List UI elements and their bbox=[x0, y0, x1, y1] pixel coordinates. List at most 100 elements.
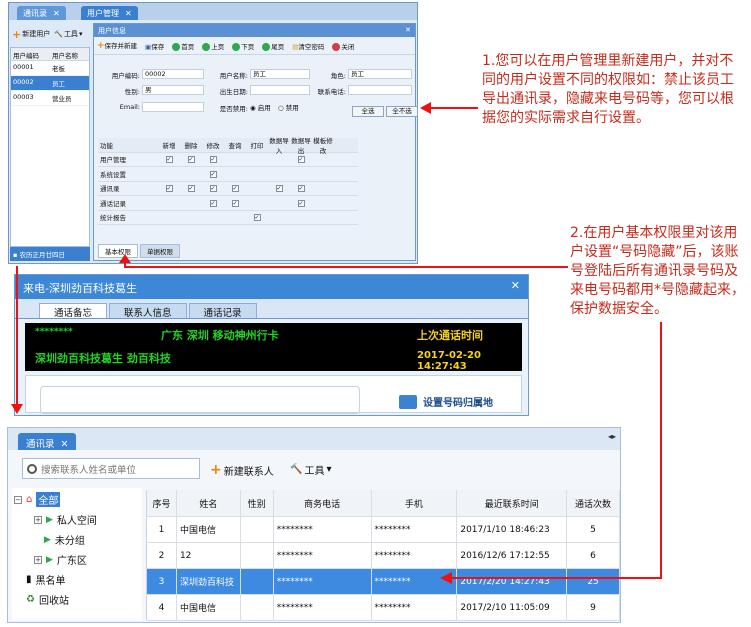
close-icon[interactable]: ✕ bbox=[53, 9, 60, 18]
tab-contact-info[interactable]: 联系人信息 bbox=[109, 303, 187, 319]
permission-cell: ✓ bbox=[224, 199, 246, 207]
permission-checkbox[interactable]: ✓ bbox=[209, 199, 217, 207]
tab-call-memo[interactable]: 通话备忘 bbox=[39, 303, 108, 319]
tree-item-ungrouped[interactable]: ▶ 未分组 bbox=[44, 532, 85, 548]
tab-user-management[interactable]: 用户管理 ✕ bbox=[81, 6, 138, 20]
column-header[interactable]: 性别 bbox=[241, 490, 274, 516]
radio-label: 启用 bbox=[257, 104, 271, 112]
next-page-button[interactable]: 下页 bbox=[232, 41, 254, 51]
permission-checkbox[interactable]: ✓ bbox=[231, 199, 239, 207]
tab-document-permission[interactable]: 单据权限 bbox=[140, 244, 180, 258]
scroll-arrows-icon[interactable]: ◂▸ bbox=[608, 432, 616, 441]
column-header[interactable]: 最近联系时间 bbox=[457, 490, 568, 516]
permission-column-header: 修改 bbox=[206, 141, 220, 150]
button-label: 保存 bbox=[151, 42, 165, 51]
arrow-head bbox=[420, 102, 431, 114]
permission-checkbox[interactable]: ✓ bbox=[297, 156, 305, 164]
tab-contacts[interactable]: 通讯录 ✕ bbox=[18, 433, 77, 450]
save-and-new-button[interactable]: +保存并新建 bbox=[97, 40, 137, 51]
tree-item-all[interactable]: − ⌂ 全部 bbox=[14, 492, 61, 507]
expand-icon[interactable]: + bbox=[34, 555, 42, 564]
tab-basic-permission[interactable]: 基本权限 bbox=[98, 244, 138, 258]
table-row[interactable]: 1 中国电信 ******** ******** 2017/1/10 18:46:23 5 bbox=[147, 517, 620, 543]
permission-checkbox[interactable]: ✓ bbox=[165, 185, 173, 193]
button-label: 下页 bbox=[241, 42, 255, 51]
prev-page-button[interactable]: 上页 bbox=[202, 41, 224, 51]
permission-checkbox[interactable]: ✓ bbox=[187, 185, 195, 193]
gender-field[interactable]: 男 bbox=[142, 85, 204, 95]
first-page-button[interactable]: 首页 bbox=[172, 41, 194, 51]
select-none-button[interactable]: 全不选 bbox=[386, 106, 418, 117]
permission-checkbox[interactable]: ✓ bbox=[297, 185, 305, 193]
user-name-field[interactable]: 员工 bbox=[250, 69, 310, 79]
plus-icon: + bbox=[97, 41, 105, 51]
permission-column-header: 模板修改 bbox=[313, 136, 333, 155]
user-info-dialog: 用户信息 ✕ +保存并新建 ▣保存 首页 上页 下页 尾页 ▤清空密码 关闭 用户… bbox=[93, 23, 418, 261]
permission-checkbox[interactable]: ✓ bbox=[209, 156, 217, 164]
last-page-button[interactable]: 尾页 bbox=[262, 41, 284, 51]
triangle-icon: ▶ bbox=[46, 554, 53, 565]
annotation-note-2: 2.在用户基本权限里对该用户设置“号码隐藏”后，该账号登陆后所有通讯录号码及来电… bbox=[570, 225, 745, 317]
table-cell: ******** bbox=[274, 543, 372, 568]
permission-cell bbox=[158, 169, 180, 178]
arrow-line bbox=[124, 266, 568, 268]
user-row-selected[interactable]: 00002 员工 bbox=[11, 76, 89, 91]
tree-item-guangdong[interactable]: + ▶ 广东区 bbox=[34, 552, 87, 567]
permission-row: 统计报告 ✓ bbox=[98, 211, 358, 225]
tree-item-private[interactable]: + ▶ 私人空间 bbox=[34, 512, 97, 527]
permission-checkbox[interactable]: ✓ bbox=[209, 170, 217, 178]
table-cell: 2017/2/10 11:05:09 bbox=[457, 595, 568, 620]
permission-checkbox[interactable]: ✓ bbox=[187, 156, 195, 164]
permission-function: 系统设置 bbox=[100, 170, 126, 179]
close-icon[interactable]: ✕ bbox=[405, 26, 411, 35]
column-header[interactable]: 通话次数 bbox=[567, 490, 620, 516]
column-header[interactable]: 姓名 bbox=[177, 490, 241, 516]
user-row[interactable]: 00003 营业员 bbox=[11, 91, 89, 106]
column-header[interactable]: 手机 bbox=[372, 490, 458, 516]
new-contact-button[interactable]: + 新建联系人 bbox=[210, 462, 274, 478]
memo-input[interactable] bbox=[40, 386, 360, 414]
tools-button[interactable]: 🔨 工具 ▾ bbox=[54, 29, 82, 39]
tree-item-recycle-bin[interactable]: ♻ 回收站 bbox=[26, 592, 69, 607]
tree-item-blacklist[interactable]: ▮ 黑名单 bbox=[26, 572, 66, 587]
contact-search-input[interactable]: 搜索联系人姓名或单位 bbox=[22, 458, 200, 479]
permission-header: 功能 新增 删除 修改 查询 打印 数据导入 数据导出 模板修改 bbox=[98, 136, 358, 155]
phone-field[interactable] bbox=[348, 85, 412, 95]
permission-checkbox[interactable]: ✓ bbox=[297, 199, 305, 207]
tab-label: 用户管理 bbox=[87, 9, 119, 18]
disable-radio[interactable]: ○ 禁用 bbox=[278, 102, 299, 112]
set-location-button[interactable]: 设置号码归属地 bbox=[399, 394, 493, 409]
table-row-selected[interactable]: 3 深圳劲百科技 ******** ******** 2017/2/20 14:27:4… bbox=[147, 569, 620, 595]
close-icon[interactable]: ✕ bbox=[61, 439, 69, 450]
clear-password-button[interactable]: ▤清空密码 bbox=[292, 41, 324, 51]
tab-call-records[interactable]: 通话记录 bbox=[188, 303, 257, 319]
tab-contacts[interactable]: 通讯录 ✕ bbox=[17, 6, 66, 20]
user-row[interactable]: 00001 老板 bbox=[11, 61, 89, 76]
select-all-button[interactable]: 全选 bbox=[352, 106, 384, 117]
permission-checkbox[interactable]: ✓ bbox=[165, 156, 173, 164]
save-button[interactable]: ▣保存 bbox=[145, 41, 164, 51]
permission-checkbox[interactable]: ✓ bbox=[209, 185, 217, 193]
table-row[interactable]: 2 12 ******** ******** 2016/12/6 17:12:55 6 bbox=[147, 543, 620, 569]
close-button[interactable]: 关闭 bbox=[332, 41, 354, 51]
permission-checkbox[interactable]: ✓ bbox=[231, 185, 239, 193]
column-header[interactable]: 序号 bbox=[147, 490, 177, 516]
table-row[interactable]: 4 中国电信 ******** ******** 2017/2/10 11:05:09 9 bbox=[147, 595, 620, 621]
email-field[interactable] bbox=[142, 102, 204, 112]
role-field[interactable]: 员工 bbox=[348, 69, 412, 79]
new-user-button[interactable]: + 新建用户 bbox=[12, 28, 50, 41]
user-code-field[interactable]: 00002 bbox=[142, 69, 204, 79]
tools-button[interactable]: 🔨 工具 ▾ bbox=[290, 462, 331, 477]
enable-radio[interactable]: ◉ 启用 bbox=[250, 102, 271, 112]
annotation-note-1: 1.您可以在用户管理里新建用户，并对不同的用户设置不同的权限如：禁止该员工导出通… bbox=[482, 53, 734, 126]
close-icon[interactable]: ✕ bbox=[511, 279, 520, 292]
expand-icon[interactable]: + bbox=[34, 515, 42, 524]
close-icon[interactable]: ✕ bbox=[125, 9, 132, 18]
birth-date-field[interactable] bbox=[250, 85, 310, 95]
collapse-icon[interactable]: − bbox=[14, 495, 22, 504]
column-header[interactable]: 商务电话 bbox=[274, 490, 372, 516]
permission-checkbox[interactable]: ✓ bbox=[275, 185, 283, 193]
permission-cell: ✓ bbox=[158, 184, 180, 193]
permission-checkbox[interactable]: ✓ bbox=[253, 214, 261, 222]
user-code: 00003 bbox=[13, 93, 34, 101]
